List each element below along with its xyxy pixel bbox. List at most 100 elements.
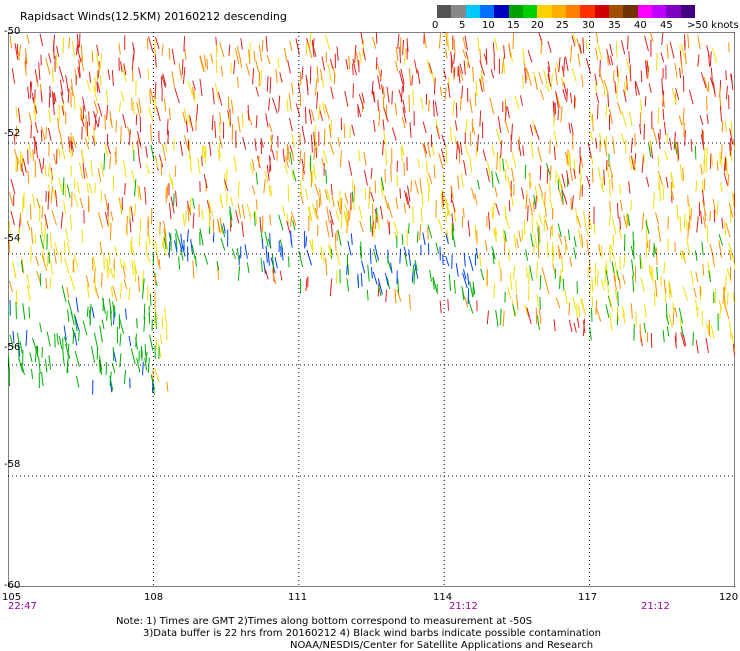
wind-barb — [153, 238, 154, 249]
wind-barb — [213, 232, 214, 242]
wind-barb — [570, 154, 571, 168]
wind-barb — [563, 279, 564, 290]
wind-barb — [729, 42, 730, 52]
wind-barb — [31, 125, 32, 139]
wind-barb — [392, 91, 393, 104]
colorbar-swatch — [494, 5, 508, 18]
wind-barb — [375, 214, 376, 229]
wind-barb — [613, 235, 614, 247]
wind-barb — [45, 165, 46, 177]
wind-barb — [633, 232, 634, 247]
colorbar-label: 25 — [556, 20, 569, 31]
wind-barb — [404, 162, 405, 176]
wind-barb — [152, 382, 153, 393]
lat-label: -58 — [4, 459, 20, 470]
wind-barb — [709, 320, 710, 336]
wind-barb — [353, 64, 354, 76]
wind-barb — [378, 100, 379, 111]
colorbar-swatch — [595, 5, 609, 18]
wind-barb — [640, 324, 641, 341]
wind-barb — [529, 269, 530, 284]
lat-label: -50 — [4, 26, 20, 37]
wind-barb — [23, 196, 24, 213]
wind-barb — [710, 211, 711, 221]
wind-barb — [227, 169, 228, 183]
wind-barb — [618, 291, 619, 306]
colorbar-swatch — [509, 5, 523, 18]
wind-barb — [78, 41, 79, 54]
wind-barb — [108, 203, 109, 217]
wind-barb — [689, 216, 690, 229]
colorbar-swatch — [609, 5, 623, 18]
wind-barb — [695, 146, 696, 159]
wind-barb — [516, 280, 517, 292]
colorbar-swatch — [681, 5, 695, 18]
colorbar-swatch — [652, 5, 666, 18]
wind-barb — [610, 201, 611, 212]
wind-barb — [561, 270, 562, 283]
wind-barb — [525, 165, 526, 179]
wind-barb — [540, 275, 541, 290]
wind-barb — [492, 207, 493, 218]
wind-barb — [167, 119, 168, 135]
colorbar-swatch — [480, 5, 494, 18]
lat-label: -52 — [4, 128, 20, 139]
wind-barb — [704, 178, 705, 190]
wind-barb — [693, 332, 694, 345]
wind-barb — [562, 260, 563, 272]
lon-label: 120 — [719, 592, 738, 603]
wind-barb — [446, 146, 447, 163]
lon-label: 108 — [144, 592, 163, 603]
colorbar-swatch — [580, 5, 594, 18]
wind-barb — [428, 184, 429, 202]
colorbar-label: 30 — [582, 20, 595, 31]
lat-label: -54 — [4, 233, 20, 244]
wind-barb — [657, 267, 658, 280]
wind-barb — [626, 139, 627, 153]
wind-barb — [528, 205, 529, 221]
wind-barb — [336, 270, 337, 283]
wind-barb — [289, 256, 290, 267]
note-line-1: Note: 1) Times are GMT 2)Times along bot… — [116, 616, 532, 627]
wind-barb — [610, 179, 611, 197]
wind-barb — [731, 151, 732, 162]
wind-barb — [402, 234, 403, 245]
wind-barb — [262, 40, 263, 52]
wind-barb — [125, 183, 126, 195]
wind-barb — [728, 174, 729, 186]
wind-barb — [408, 223, 409, 233]
wind-barb — [640, 255, 641, 269]
note-line-2: 3)Data buffer is 22 hrs from 20160212 4)… — [143, 628, 601, 639]
wind-barb — [658, 108, 659, 124]
colorbar-swatch — [666, 5, 680, 18]
colorbar-swatch — [466, 5, 480, 18]
wind-barb — [411, 180, 412, 191]
wind-barb — [407, 229, 408, 246]
wind-barb — [46, 127, 47, 139]
wind-barb — [606, 160, 607, 170]
wind-barb — [16, 302, 17, 319]
wind-map — [8, 32, 735, 587]
wind-barb — [476, 145, 477, 156]
wind-barb — [337, 230, 338, 240]
lon-label: 117 — [578, 592, 597, 603]
wind-barb — [175, 166, 176, 177]
pass-time: 22:47 — [8, 601, 37, 612]
note-line-3: NOAA/NESDIS/Center for Satellite Applica… — [290, 640, 593, 651]
wind-barb — [403, 82, 404, 93]
colorbar-label: 45 — [660, 20, 673, 31]
wind-barb — [468, 288, 469, 304]
wind-barb — [174, 139, 175, 151]
wind-barb — [312, 170, 313, 183]
wind-barb — [641, 71, 642, 83]
colorbar-label: 15 — [507, 20, 520, 31]
colorbar-swatch — [552, 5, 566, 18]
map-title: Rapidsact Winds(12.5KM) 20160212 descend… — [20, 10, 287, 23]
wind-barb — [184, 36, 185, 51]
wind-barb — [400, 188, 401, 198]
colorbar-labels: 0 5 10 15 20 25 30 35 40 45 >50 knots — [430, 20, 740, 32]
wind-speed-colorbar — [437, 5, 695, 18]
colorbar-swatch — [451, 5, 465, 18]
colorbar-label: 40 — [634, 20, 647, 31]
colorbar-label: 20 — [531, 20, 544, 31]
